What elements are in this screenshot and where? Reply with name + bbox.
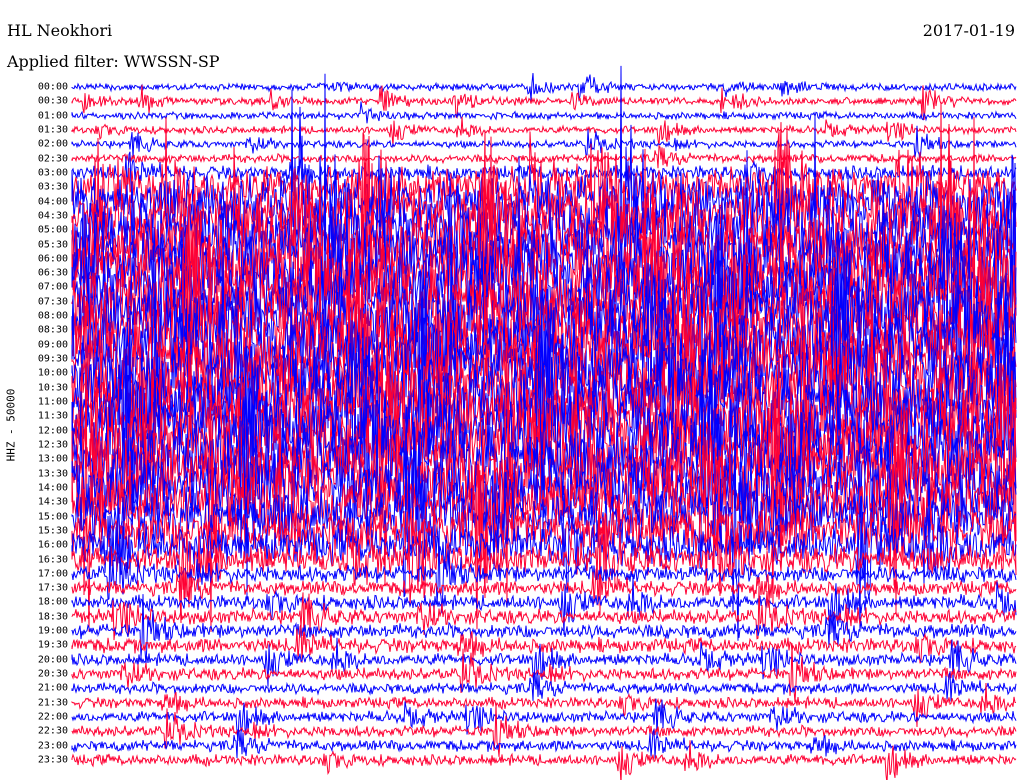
trace-row-0230 [71, 145, 1017, 169]
trace-row-1830 [71, 586, 1017, 645]
helicorder-plot [71, 65, 1017, 780]
trace-row-0000 [71, 73, 1017, 102]
trace-row-2100 [71, 670, 1017, 702]
trace-row-2030 [71, 643, 1017, 703]
trace-row-0100 [71, 101, 1017, 124]
